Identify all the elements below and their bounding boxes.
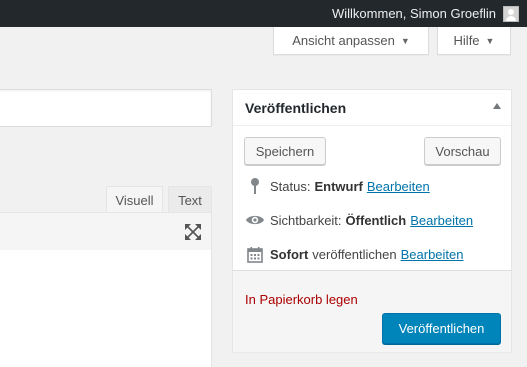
greeting-text: Willkommen, Simon Groeflin <box>332 6 496 21</box>
visibility-row: Sichtbarkeit: Öffentlich Bearbeiten <box>245 210 473 230</box>
tab-text[interactable]: Text <box>168 186 212 213</box>
eye-icon <box>245 211 265 229</box>
publish-box: Veröffentlichen Speichern Vorschau Statu… <box>232 89 512 352</box>
editor-content-area[interactable] <box>0 250 212 367</box>
caret-down-icon: ▼ <box>485 35 495 46</box>
admin-bar: Willkommen, Simon Groeflin <box>0 0 527 27</box>
editor-toolbar <box>0 212 212 251</box>
collapse-arrow-icon[interactable] <box>493 103 501 109</box>
post-title-input[interactable] <box>0 89 212 127</box>
tab-visual[interactable]: Visuell <box>106 186 163 213</box>
visibility-label: Sichtbarkeit: <box>270 212 342 228</box>
status-row: Status: Entwurf Bearbeiten <box>245 176 430 196</box>
major-publishing-actions: In Papierkorb legen Veröffentlichen <box>233 270 511 352</box>
pin-icon <box>245 177 265 195</box>
screen-options-label: Ansicht anpassen <box>292 33 395 48</box>
caret-down-icon: ▼ <box>400 35 410 46</box>
calendar-icon <box>245 245 265 263</box>
my-account-menu[interactable]: Willkommen, Simon Groeflin <box>332 0 519 27</box>
help-button[interactable]: Hilfe ▼ <box>437 27 511 55</box>
screen-options-button[interactable]: Ansicht anpassen ▼ <box>273 27 429 55</box>
visibility-value: Öffentlich <box>345 212 407 228</box>
save-draft-button[interactable]: Speichern <box>244 137 326 165</box>
edit-schedule-link[interactable]: Bearbeiten <box>401 247 464 262</box>
edit-visibility-link[interactable]: Bearbeiten <box>410 213 473 228</box>
schedule-row: Sofort veröffentlichen Bearbeiten <box>245 244 464 264</box>
avatar <box>503 5 519 22</box>
publish-box-header[interactable]: Veröffentlichen <box>233 90 511 126</box>
publish-button[interactable]: Veröffentlichen <box>382 313 501 344</box>
status-label: Status: <box>270 178 311 194</box>
schedule-value: Sofort <box>270 246 309 262</box>
help-label: Hilfe <box>453 33 480 48</box>
preview-button[interactable]: Vorschau <box>424 137 501 165</box>
schedule-label: veröffentlichen <box>312 246 397 262</box>
edit-status-link[interactable]: Bearbeiten <box>367 179 430 194</box>
publish-box-title: Veröffentlichen <box>245 100 347 116</box>
status-value: Entwurf <box>314 178 363 194</box>
fullscreen-icon[interactable] <box>184 223 202 241</box>
move-to-trash-link[interactable]: In Papierkorb legen <box>245 292 358 307</box>
